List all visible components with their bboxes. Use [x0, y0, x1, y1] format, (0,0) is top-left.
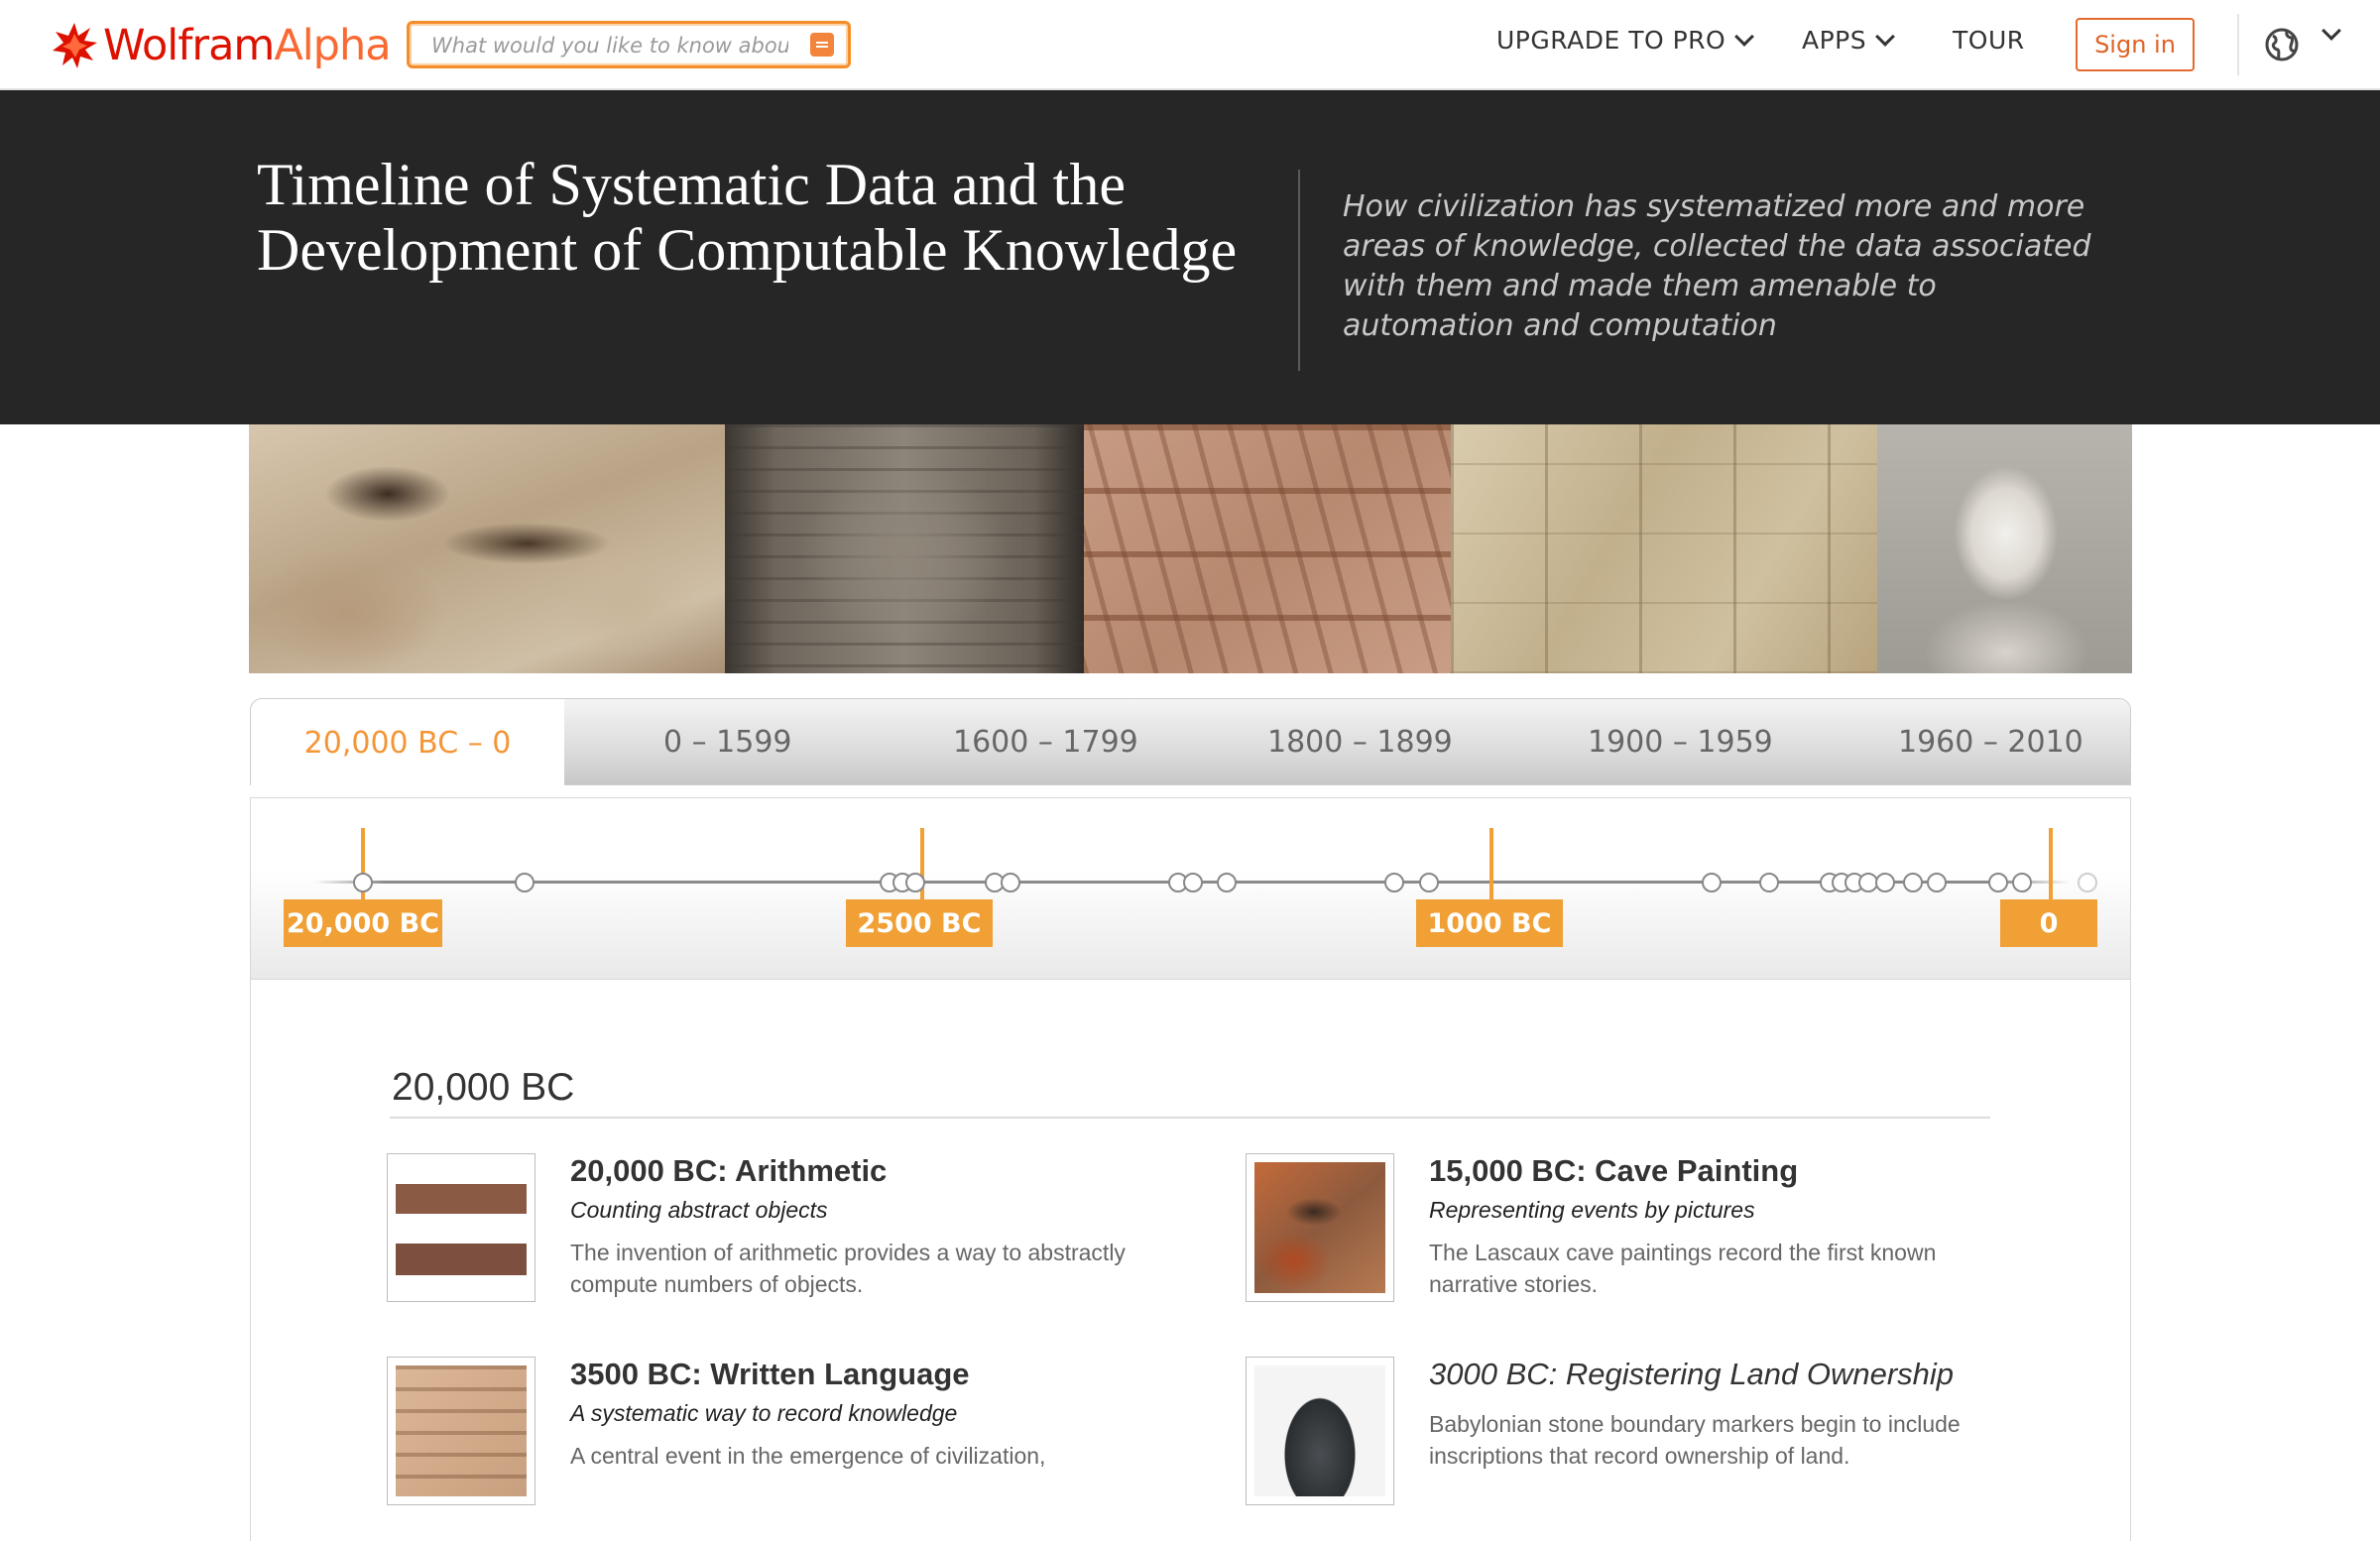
entry-description: A central event in the emergence of civi… [570, 1443, 1046, 1469]
tour-link[interactable]: TOUR [1953, 26, 2025, 55]
tab-20000bc-0[interactable]: 20,000 BC – 0 [251, 699, 564, 798]
timeline-event-dot[interactable] [1759, 873, 1779, 892]
timeline-slider: 20,000 BC 2500 BC 1000 BC 0 [250, 797, 2131, 980]
tab-1960-2010[interactable]: 1960 – 2010 [1898, 725, 2083, 760]
section-divider [390, 1117, 1990, 1119]
search-input[interactable] [429, 30, 790, 61]
timeline-label-20000bc[interactable]: 20,000 BC [284, 899, 442, 947]
aristotle-bust-image [1877, 424, 2132, 673]
header-image-strip [249, 424, 2132, 673]
timeline-event-dot[interactable] [1988, 873, 2008, 892]
timeline-tick [1489, 828, 1493, 899]
section-heading: 20,000 BC [392, 1066, 575, 1109]
entry-subtitle: A systematic way to record knowledge [570, 1400, 958, 1426]
tab-label: 20,000 BC – 0 [303, 725, 512, 761]
thumbnail-image [396, 1162, 527, 1293]
thumbnail-image [1254, 1365, 1385, 1496]
clay-tablet-image [725, 424, 1084, 673]
thumbnail-image [1254, 1162, 1385, 1293]
timeline-event-dot[interactable] [1875, 873, 1895, 892]
cuneiform-image [1084, 424, 1451, 673]
logo-word-wolfram: Wolfram [103, 21, 275, 70]
entry-description: Babylonian stone boundary markers begin … [1429, 1411, 1961, 1469]
era-tabs: 20,000 BC – 0 0 – 1599 1600 – 1799 1800 … [250, 698, 2131, 798]
timeline-label-0[interactable]: 0 [2000, 899, 2097, 947]
era-content: 20,000 BC 20,000 BC: Arithmetic Counting… [250, 980, 2131, 1541]
timeline-event-dot[interactable] [905, 873, 925, 892]
logo-wordmark: WolframAlpha [103, 21, 392, 70]
page-header-banner: Timeline of Systematic Data and the Deve… [0, 90, 2380, 424]
logo-word-alpha: Alpha [274, 21, 391, 70]
apps-label: APPS [1802, 26, 1867, 55]
chevron-down-icon[interactable] [2321, 21, 2341, 41]
timeline-event-dot[interactable] [353, 873, 373, 892]
chevron-down-icon [1875, 26, 1896, 47]
ancient-map-image [1451, 424, 1877, 673]
entry-subtitle: Counting abstract objects [570, 1197, 828, 1223]
tab-1800-1899[interactable]: 1800 – 1899 [1267, 725, 1453, 760]
cave-painting-thumbnail[interactable] [1246, 1153, 1394, 1302]
timeline-event-dot[interactable] [1183, 873, 1203, 892]
timeline-event-dot[interactable] [1419, 873, 1439, 892]
entry-description: The invention of arithmetic provides a w… [570, 1240, 1126, 1297]
timeline-event-dot[interactable] [515, 873, 535, 892]
timeline-event-dot[interactable] [1903, 873, 1923, 892]
written-language-thumbnail[interactable] [387, 1357, 536, 1505]
timeline-event-dot[interactable] [1217, 873, 1237, 892]
tab-0-1599[interactable]: 0 – 1599 [663, 725, 792, 760]
cave-painting-image [249, 424, 725, 673]
search-box [407, 21, 851, 68]
chevron-down-icon [1734, 26, 1755, 47]
timeline-event-dot[interactable] [1384, 873, 1404, 892]
entry-subtitle: Representing events by pictures [1429, 1197, 1755, 1223]
upgrade-to-pro-label: UPGRADE TO PRO [1496, 26, 1726, 55]
timeline-label-1000bc[interactable]: 1000 BC [1416, 899, 1563, 947]
upgrade-to-pro-menu[interactable]: UPGRADE TO PRO [1496, 26, 1755, 55]
timeline-event-dot[interactable] [1001, 873, 1020, 892]
wolfram-spikey-logo-icon [53, 23, 97, 68]
search-submit-icon[interactable] [810, 33, 834, 57]
timeline-event-dot[interactable] [1927, 873, 1947, 892]
wolfram-alpha-logo[interactable]: WolframAlpha [50, 18, 392, 73]
timeline-panel: 20,000 BC – 0 0 – 1599 1600 – 1799 1800 … [250, 698, 2131, 1541]
timeline-tick [2049, 828, 2053, 899]
timeline-event-dot[interactable] [1702, 873, 1722, 892]
entry-description: The Lascaux cave paintings record the fi… [1429, 1240, 1937, 1297]
page-subtitle: How civilization has systematized more a… [1343, 189, 2091, 343]
top-navigation-bar: WolframAlpha UPGRADE TO PRO APPS TOUR Si… [0, 0, 2380, 90]
nav-divider [2237, 14, 2239, 75]
tab-1600-1799[interactable]: 1600 – 1799 [953, 725, 1138, 760]
header-divider [1298, 170, 1300, 371]
timeline-event-dot[interactable] [2078, 873, 2097, 892]
timeline-label-2500bc[interactable]: 2500 BC [846, 899, 993, 947]
tab-1900-1959[interactable]: 1900 – 1959 [1588, 725, 1773, 760]
arithmetic-bones-thumbnail[interactable] [387, 1153, 536, 1302]
boundary-stone-thumbnail[interactable] [1246, 1357, 1394, 1505]
thumbnail-image [396, 1365, 527, 1496]
sign-in-button[interactable]: Sign in [2076, 18, 2195, 71]
tour-label: TOUR [1953, 26, 2025, 55]
apps-menu[interactable]: APPS [1802, 26, 1896, 55]
entry-title[interactable]: 20,000 BC: Arithmetic [570, 1153, 887, 1189]
timeline-event-dot[interactable] [2012, 873, 2032, 892]
globe-icon[interactable] [2265, 28, 2299, 61]
entry-title[interactable]: 15,000 BC: Cave Painting [1429, 1153, 1798, 1189]
page-title: Timeline of Systematic Data and the Deve… [257, 152, 1238, 283]
entry-title[interactable]: 3500 BC: Written Language [570, 1357, 970, 1392]
entry-title[interactable]: 3000 BC: Registering Land Ownership [1429, 1357, 1954, 1392]
